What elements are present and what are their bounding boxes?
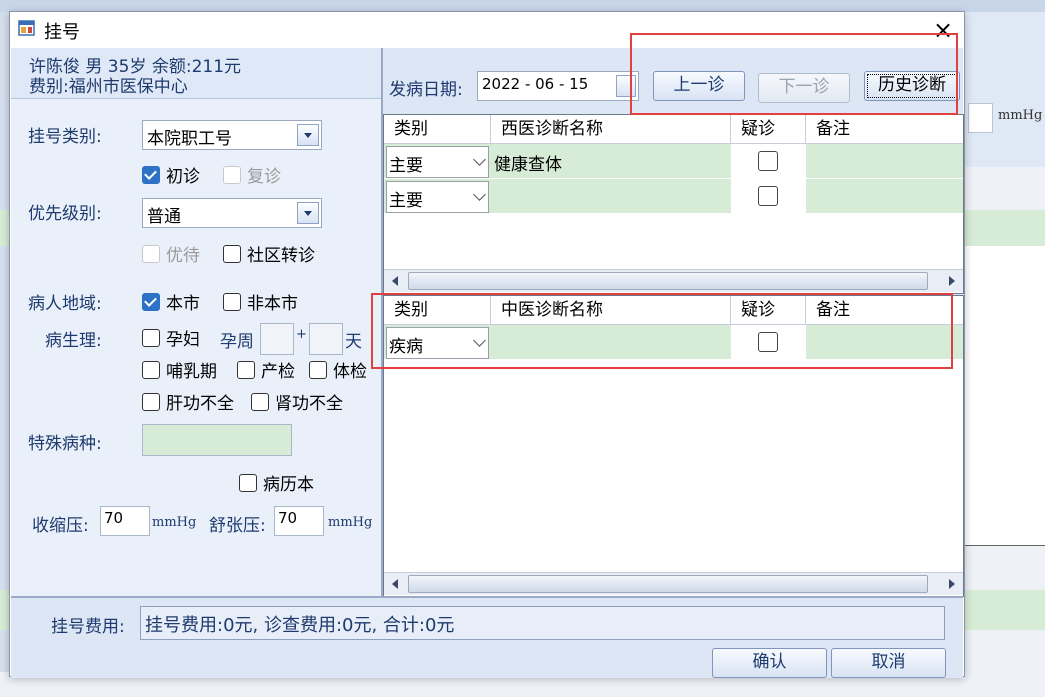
- patient-fee-type: 费别:福州市医保中心: [29, 77, 188, 97]
- liver-checkbox[interactable]: [142, 393, 160, 411]
- region-label: 病人地域:: [28, 294, 102, 314]
- preferential-label: 优待: [166, 246, 200, 266]
- liver-label: 肝功不全: [166, 394, 234, 414]
- nonlocal-checkbox[interactable]: [223, 293, 241, 311]
- suspected-checkbox[interactable]: [758, 186, 778, 206]
- gestation-day-input[interactable]: [309, 323, 343, 355]
- diastolic-value: 70: [278, 509, 298, 527]
- col-header-type[interactable]: 类别: [384, 115, 491, 143]
- app-window-icon: [18, 20, 35, 36]
- horizontal-scrollbar[interactable]: [384, 269, 963, 292]
- special-disease-input[interactable]: [142, 424, 292, 456]
- systolic-unit: mmHg: [152, 515, 197, 530]
- scrollbar-thumb[interactable]: [408, 272, 928, 290]
- onset-date-picker[interactable]: 2022 - 06 - 15: [477, 71, 639, 101]
- plus-label: +: [296, 327, 307, 342]
- fee-display: 挂号费用:0元, 诊查费用:0元, 合计:0元: [140, 606, 945, 640]
- reg-type-select[interactable]: 本院职工号: [142, 120, 322, 150]
- systolic-value: 70: [104, 509, 124, 527]
- record-book-label: 病历本: [263, 475, 314, 495]
- background-divider: [960, 545, 1045, 546]
- preferential-checkbox[interactable]: [142, 245, 160, 263]
- western-grid-header: 类别 西医诊断名称 疑诊 备注: [384, 115, 963, 144]
- onset-date-value: 2022 - 06 - 15: [482, 75, 589, 93]
- col-header-remark[interactable]: 备注: [806, 115, 963, 143]
- patient-summary: 许陈俊 男 35岁 余额:211元 费别:福州市医保中心: [11, 48, 381, 99]
- background-unit-label: mmHg: [998, 108, 1043, 123]
- lactation-label: 哺乳期: [166, 362, 217, 382]
- gestation-week-input[interactable]: [260, 323, 294, 355]
- reg-type-value: 本院职工号: [147, 129, 232, 149]
- nonlocal-label: 非本市: [247, 294, 298, 314]
- row-type-select[interactable]: 主要: [386, 146, 489, 178]
- pregnant-label: 孕妇: [166, 330, 200, 350]
- community-referral-label: 社区转诊: [247, 246, 315, 266]
- row-suspected-cell: [731, 179, 806, 213]
- diastolic-input[interactable]: 70: [274, 506, 324, 536]
- highlight-box-toolbar: [630, 33, 958, 115]
- diastolic-unit: mmHg: [328, 515, 373, 530]
- revisit-checkbox[interactable]: [223, 166, 241, 184]
- diastolic-label: 舒张压:: [209, 516, 266, 536]
- chevron-down-icon[interactable]: [473, 153, 486, 166]
- reg-type-label: 挂号类别:: [28, 127, 102, 147]
- background-input: [968, 103, 993, 133]
- pregnant-checkbox[interactable]: [142, 329, 160, 347]
- physiology-label: 病生理:: [45, 331, 102, 351]
- priority-value: 普通: [147, 207, 181, 227]
- special-disease-label: 特殊病种:: [28, 434, 102, 454]
- revisit-label: 复诊: [247, 167, 281, 187]
- scroll-left-icon[interactable]: [384, 270, 406, 292]
- background-white-area: [960, 246, 1045, 546]
- table-row[interactable]: 主要: [384, 179, 963, 214]
- prenatal-label: 产检: [261, 362, 295, 382]
- scroll-right-icon[interactable]: [941, 573, 963, 595]
- fee-bar: 挂号费用: 挂号费用:0元, 诊查费用:0元, 合计:0元 确认 取消: [11, 596, 963, 678]
- suspected-checkbox[interactable]: [758, 151, 778, 171]
- prenatal-checkbox[interactable]: [237, 361, 255, 379]
- systolic-input[interactable]: 70: [100, 506, 150, 536]
- row-suspected-cell: [731, 144, 806, 178]
- scrollbar-thumb[interactable]: [408, 575, 928, 593]
- confirm-button[interactable]: 确认: [712, 648, 827, 678]
- record-book-checkbox[interactable]: [239, 474, 257, 492]
- local-label: 本市: [166, 294, 200, 314]
- col-header-western-name[interactable]: 西医诊断名称: [491, 115, 731, 143]
- dialog-title: 挂号: [44, 22, 80, 43]
- highlight-box-tcm-row: [371, 293, 953, 369]
- systolic-label: 收缩压:: [32, 516, 89, 536]
- horizontal-scrollbar[interactable]: [384, 572, 963, 595]
- priority-select[interactable]: 普通: [142, 198, 322, 228]
- chevron-down-icon[interactable]: [473, 188, 486, 201]
- row-type-select[interactable]: 主要: [386, 181, 489, 213]
- table-row[interactable]: 主要 健康查体: [384, 144, 963, 179]
- lactation-checkbox[interactable]: [142, 361, 160, 379]
- onset-date-label: 发病日期:: [389, 80, 463, 100]
- first-visit-checkbox[interactable]: [142, 166, 160, 184]
- chevron-down-icon[interactable]: [297, 124, 319, 146]
- row-diagnosis-name[interactable]: 健康查体: [494, 150, 562, 175]
- fee-label: 挂号费用:: [51, 617, 125, 637]
- scroll-right-icon[interactable]: [941, 270, 963, 292]
- physical-exam-label: 体检: [333, 362, 367, 382]
- gestation-week-label: 孕周: [220, 332, 254, 352]
- col-header-suspected[interactable]: 疑诊: [731, 115, 806, 143]
- local-checkbox[interactable]: [142, 293, 160, 311]
- kidney-checkbox[interactable]: [251, 393, 269, 411]
- day-label: 天: [345, 332, 362, 352]
- chevron-down-icon[interactable]: [297, 202, 319, 224]
- kidney-label: 肾功不全: [275, 394, 343, 414]
- western-diagnosis-grid: 类别 西医诊断名称 疑诊 备注 主要 健康查体 主要: [383, 114, 964, 294]
- fee-text: 挂号费用:0元, 诊查费用:0元, 合计:0元: [145, 615, 455, 636]
- priority-label: 优先级别:: [28, 204, 102, 224]
- first-visit-label: 初诊: [166, 167, 200, 187]
- cancel-button[interactable]: 取消: [831, 648, 946, 678]
- scroll-left-icon[interactable]: [384, 573, 406, 595]
- row-type-value: 主要: [389, 191, 423, 211]
- row-type-value: 主要: [389, 156, 423, 176]
- physical-exam-checkbox[interactable]: [309, 361, 327, 379]
- background-panel: [960, 12, 1045, 167]
- community-referral-checkbox[interactable]: [223, 245, 241, 263]
- patient-info-panel: 许陈俊 男 35岁 余额:211元 费别:福州市医保中心 挂号类别: 本院职工号…: [11, 48, 383, 596]
